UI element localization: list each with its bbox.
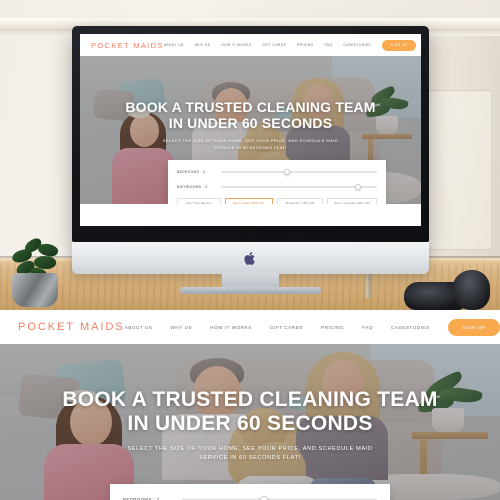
nav-item-about-us-small[interactable]: ABOUT US bbox=[164, 43, 184, 47]
signup-button-small[interactable]: SIGN UP bbox=[382, 39, 417, 51]
frequency-option-every-4-weeks-small[interactable]: Every 4 weeks (10% Off) bbox=[327, 198, 378, 204]
imac-mockup-scene: POCKET MAIDS ABOUT US WHY US HOW IT WORK… bbox=[0, 0, 500, 310]
bedrooms-slider-small[interactable] bbox=[221, 168, 377, 175]
bathrooms-row-small: BATHROOMS : 3 bbox=[177, 183, 377, 190]
nav-links-small: ABOUT US WHY US HOW IT WORKS GIFT CARDS … bbox=[164, 39, 417, 51]
nav-item-how-it-works-large[interactable]: HOW IT WORKS bbox=[210, 325, 252, 330]
signup-button-large[interactable]: SIGN UP bbox=[447, 318, 500, 336]
hero-sub-line1-large: SELECT THE SIZE OF YOUR HOME, SEE YOUR P… bbox=[127, 446, 373, 453]
nav-item-why-us-small[interactable]: WHY US bbox=[195, 43, 211, 47]
nav-links-large: ABOUT US WHY US HOW IT WORKS GIFT CARDS … bbox=[125, 318, 500, 336]
imac-stand-foot bbox=[180, 287, 321, 294]
logo-large[interactable]: POCKET MAIDS bbox=[18, 321, 125, 333]
website-preview-large: POCKET MAIDS ABOUT US WHY US HOW IT WORK… bbox=[0, 310, 500, 500]
hero-sub-line2-small: SERVICE IN 60 SECONDS FLAT! bbox=[214, 144, 287, 150]
hero-large: BOOK A TRUSTED CLEANING TEAM IN UNDER 60… bbox=[0, 344, 500, 500]
hero-title-line2-large: IN UNDER 60 SECONDS bbox=[127, 411, 373, 435]
booking-card-large: BEDROOMS : 2 BATHROOMS : 3 bbox=[110, 484, 390, 500]
hero-title-line2-small: IN UNDER 60 SECONDS bbox=[168, 114, 333, 131]
hero-copy-large: BOOK A TRUSTED CLEANING TEAM IN UNDER 60… bbox=[0, 388, 500, 462]
imac-device: POCKET MAIDS ABOUT US WHY US HOW IT WORK… bbox=[72, 26, 429, 294]
bathrooms-label-small: BATHROOMS : 3 bbox=[177, 184, 208, 189]
hero-title-line1-large: BOOK A TRUSTED CLEANING TEAM bbox=[62, 388, 438, 411]
bedrooms-slider-knob-large[interactable] bbox=[259, 495, 268, 500]
bedrooms-label-small: BEDROOMS : 2 bbox=[177, 169, 206, 174]
desk-accessory-secondary bbox=[452, 270, 490, 310]
frequency-options-small: One Time Service Every week (20% Off) Bi… bbox=[177, 198, 378, 204]
site-nav-small: POCKET MAIDS ABOUT US WHY US HOW IT WORK… bbox=[80, 34, 421, 56]
bedrooms-row-small: BEDROOMS : 2 bbox=[177, 168, 377, 175]
nav-item-casestudies-large[interactable]: CASESTUDIES bbox=[391, 325, 430, 330]
apple-logo-icon bbox=[244, 251, 257, 266]
nav-item-pricing-small[interactable]: PRICING bbox=[297, 43, 314, 47]
nav-item-faq-large[interactable]: FAQ bbox=[362, 325, 373, 330]
nav-item-about-us-large[interactable]: ABOUT US bbox=[125, 325, 153, 330]
screenshot-root: POCKET MAIDS ABOUT US WHY US HOW IT WORK… bbox=[0, 0, 500, 500]
hero-title-line1-small: BOOK A TRUSTED CLEANING TEAM bbox=[125, 99, 376, 115]
frequency-option-one-time-small[interactable]: One Time Service bbox=[177, 198, 221, 204]
bathrooms-slider-small[interactable] bbox=[221, 183, 377, 190]
bathrooms-slider-knob-small[interactable] bbox=[355, 183, 362, 190]
nav-item-pricing-large[interactable]: PRICING bbox=[321, 325, 344, 330]
cabinet-panel bbox=[428, 90, 492, 250]
imac-screen: POCKET MAIDS ABOUT US WHY US HOW IT WORK… bbox=[80, 34, 421, 226]
desk-plant-pot bbox=[12, 273, 58, 307]
nav-item-why-us-large[interactable]: WHY US bbox=[171, 325, 193, 330]
website-preview-small: POCKET MAIDS ABOUT US WHY US HOW IT WORK… bbox=[80, 34, 421, 226]
nav-item-gift-cards-small[interactable]: GIFT CARDS bbox=[262, 43, 286, 47]
nav-item-gift-cards-large[interactable]: GIFT CARDS bbox=[270, 325, 303, 330]
bedrooms-row-large: BEDROOMS : 2 bbox=[123, 495, 377, 500]
frequency-option-every-week-small[interactable]: Every week (20% Off) bbox=[224, 198, 274, 204]
logo-small[interactable]: POCKET MAIDS bbox=[91, 41, 164, 50]
hero-sub-line2-large: SERVICE IN 60 SECONDS FLAT! bbox=[199, 454, 301, 461]
nav-item-casestudies-small[interactable]: CASESTUDIES bbox=[343, 43, 371, 47]
nav-item-how-it-works-small[interactable]: HOW IT WORKS bbox=[221, 43, 251, 47]
booking-card-small: BEDROOMS : 2 BATHROOMS : 3 One Time Serv… bbox=[168, 160, 386, 204]
website-crop-large: POCKET MAIDS ABOUT US WHY US HOW IT WORK… bbox=[0, 310, 500, 500]
frequency-option-bi-weekly-small[interactable]: Bi Weekly (15% Off) bbox=[277, 198, 324, 204]
bedrooms-slider-large[interactable] bbox=[182, 495, 377, 500]
hero-small: BOOK A TRUSTED CLEANING TEAM IN UNDER 60… bbox=[80, 56, 421, 204]
site-nav-large: POCKET MAIDS ABOUT US WHY US HOW IT WORK… bbox=[0, 310, 500, 344]
nav-item-faq-small[interactable]: FAQ bbox=[325, 43, 333, 47]
hero-copy-small: BOOK A TRUSTED CLEANING TEAM IN UNDER 60… bbox=[80, 99, 421, 151]
bedrooms-slider-knob-small[interactable] bbox=[283, 168, 290, 175]
